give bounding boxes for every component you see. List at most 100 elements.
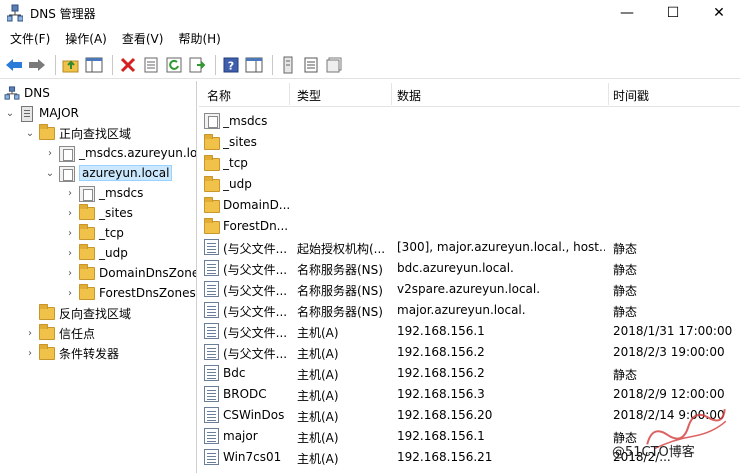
record-type: 主机(A) <box>297 368 339 382</box>
record-data: major.azureyun.local. <box>397 303 526 317</box>
expand-icon[interactable]: › <box>64 288 76 299</box>
expand-icon[interactable]: › <box>64 268 76 279</box>
record-name: _udp <box>223 177 252 191</box>
dns-icon <box>4 86 20 100</box>
tree-node-child[interactable]: › ForestDnsZones <box>64 283 196 303</box>
record-row[interactable]: DomainD... <box>199 195 740 216</box>
column-divider[interactable] <box>289 83 290 105</box>
record-row[interactable]: (与父文件... 主机(A) 192.168.156.1 2018/1/31 17:0… <box>199 321 740 342</box>
expand-icon[interactable]: › <box>64 228 76 239</box>
menu-help[interactable]: 帮助(H) <box>172 30 226 47</box>
record-data: v2spare.azureyun.local. <box>397 282 541 296</box>
record-icon <box>204 449 219 465</box>
new-record-icon[interactable] <box>278 55 298 75</box>
folder-icon <box>79 284 95 300</box>
record-name: Bdc <box>223 366 246 380</box>
column-divider[interactable] <box>391 83 392 105</box>
properties-icon[interactable] <box>141 55 161 75</box>
expand-icon[interactable]: › <box>64 188 76 199</box>
record-type: 主机(A) <box>297 326 339 340</box>
details-icon[interactable] <box>324 55 344 75</box>
tree-node-child[interactable]: › _tcp <box>64 223 124 243</box>
toolbar-separator <box>272 54 273 75</box>
record-icon <box>204 365 219 381</box>
column-header-timestamp[interactable]: 时间戳 <box>613 87 649 104</box>
tree-node-child[interactable]: › DomainDnsZone <box>64 263 196 283</box>
record-row[interactable]: (与父文件... 名称服务器(NS) v2spare.azureyun.local.… <box>199 279 740 300</box>
record-row[interactable]: _sites <box>199 132 740 153</box>
column-divider[interactable] <box>608 83 609 105</box>
show-action-pane-icon[interactable] <box>244 55 264 75</box>
zone-icon <box>204 113 220 129</box>
collapse-icon[interactable]: ⌄ <box>4 108 16 119</box>
record-row[interactable]: (与父文件... 起始授权机构(... [300], major.azureyun.… <box>199 237 740 258</box>
record-row[interactable]: _msdcs <box>199 111 740 132</box>
close-button[interactable]: ✕ <box>696 0 740 26</box>
record-row[interactable]: ForestDn... <box>199 216 740 237</box>
tree-label: DNS <box>24 86 50 100</box>
expand-icon[interactable]: › <box>44 148 56 159</box>
collapse-icon[interactable]: ⌄ <box>24 128 36 139</box>
column-header-data[interactable]: 数据 <box>397 87 421 104</box>
show-hide-console-tree-icon[interactable] <box>84 55 104 75</box>
tree-node-azureyun-zone[interactable]: ⌄ azureyun.local <box>44 163 173 183</box>
record-timestamp: 2018/1/31 17:00:00 <box>613 324 733 338</box>
minimize-button[interactable]: — <box>604 0 650 26</box>
refresh-icon[interactable] <box>164 55 184 75</box>
tree-label: _sites <box>99 206 133 220</box>
expand-icon[interactable]: › <box>64 208 76 219</box>
tree-node-reverse-zones[interactable]: 反向查找区域 <box>39 303 131 323</box>
record-row[interactable]: _udp <box>199 174 740 195</box>
tree-node-msdcs-zone[interactable]: › _msdcs.azureyun.lo <box>44 143 196 163</box>
menu-view[interactable]: 查看(V) <box>116 30 170 47</box>
menu-file[interactable]: 文件(F) <box>4 30 56 47</box>
folder-icon <box>204 155 220 171</box>
record-timestamp: 2018/2/9 12:00:00 <box>613 387 725 401</box>
record-name: _tcp <box>223 156 248 170</box>
expand-icon[interactable]: › <box>64 248 76 259</box>
collapse-icon[interactable]: ⌄ <box>44 168 56 179</box>
tree-label: _msdcs <box>99 186 144 200</box>
tree-node-child[interactable]: › _udp <box>64 243 128 263</box>
record-icon <box>204 302 219 318</box>
record-type: 主机(A) <box>297 452 339 466</box>
column-header-name[interactable]: 名称 <box>207 87 231 104</box>
tree-label: _tcp <box>99 226 124 240</box>
record-row[interactable]: (与父文件... 名称服务器(NS) major.azureyun.local. 静态 <box>199 300 740 321</box>
forward-icon[interactable] <box>27 55 47 75</box>
list-header: 名称 类型 数据 时间戳 <box>199 81 740 107</box>
record-row[interactable]: Bdc 主机(A) 192.168.156.2 静态 <box>199 363 740 384</box>
record-data: 192.168.156.21 <box>397 450 493 464</box>
delete-icon[interactable] <box>118 55 138 75</box>
record-row[interactable]: BRODC 主机(A) 192.168.156.3 2018/2/9 12:00:00 <box>199 384 740 405</box>
export-list-icon[interactable] <box>187 55 207 75</box>
zone-icon <box>59 146 75 162</box>
record-row[interactable]: (与父文件... 主机(A) 192.168.156.2 2018/2/3 19:00… <box>199 342 740 363</box>
column-header-type[interactable]: 类型 <box>297 87 321 104</box>
tree-node-trust-points[interactable]: › 信任点 <box>24 323 95 343</box>
tree-node-dns[interactable]: DNS <box>4 83 50 103</box>
maximize-button[interactable]: ☐ <box>650 0 696 26</box>
record-row[interactable]: _tcp <box>199 153 740 174</box>
expand-icon[interactable]: › <box>24 328 36 339</box>
dns-manager-icon <box>7 4 23 22</box>
help-icon[interactable]: ? <box>221 55 241 75</box>
expand-icon[interactable]: › <box>24 348 36 359</box>
record-name: major <box>223 429 258 443</box>
record-icon <box>204 344 219 360</box>
tree-node-forward-zones[interactable]: ⌄ 正向查找区域 <box>24 123 131 143</box>
record-name: ForestDn... <box>223 219 289 233</box>
up-folder-icon[interactable] <box>61 55 81 75</box>
record-row[interactable]: (与父文件... 名称服务器(NS) bdc.azureyun.local. 静态 <box>199 258 740 279</box>
record-icon <box>204 239 219 255</box>
toolbar-separator <box>112 54 113 75</box>
list-icon[interactable] <box>301 55 321 75</box>
record-timestamp: 静态 <box>613 284 638 298</box>
menu-action[interactable]: 操作(A) <box>59 30 113 47</box>
tree-node-child[interactable]: › _msdcs <box>64 183 143 203</box>
record-name: (与父文件... <box>223 326 288 340</box>
tree-node-server[interactable]: ⌄ MAJOR <box>4 103 79 123</box>
tree-node-child[interactable]: › _sites <box>64 203 133 223</box>
tree-node-conditional-forwarders[interactable]: › 条件转发器 <box>24 343 119 363</box>
back-icon[interactable] <box>4 55 24 75</box>
